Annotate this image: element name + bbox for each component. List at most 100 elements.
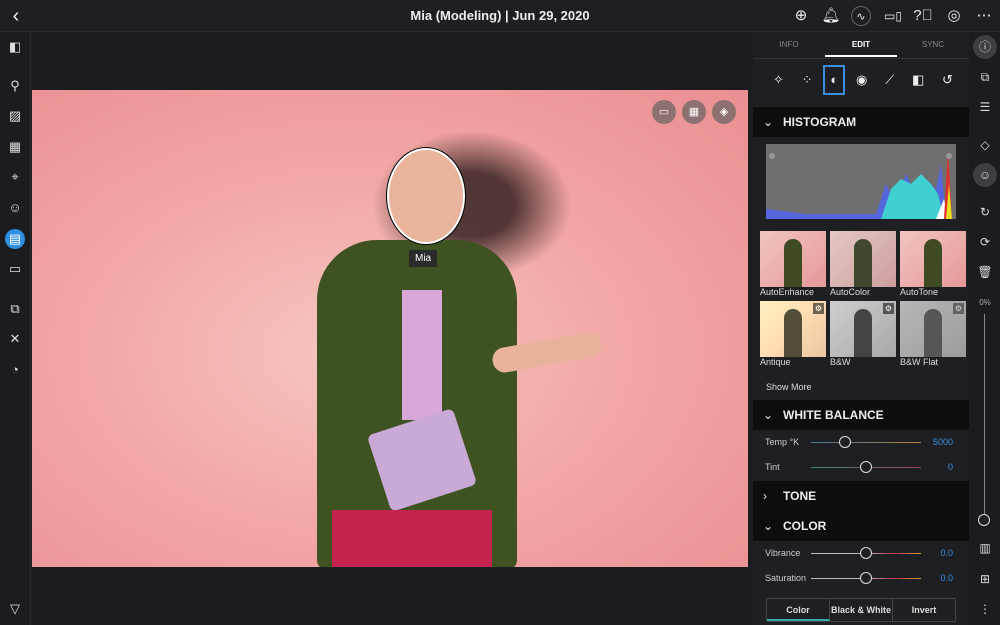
activity-icon[interactable]: ∿ bbox=[851, 6, 871, 26]
tab-info[interactable]: INFO bbox=[753, 40, 825, 49]
temp-value[interactable]: 5000 bbox=[933, 437, 953, 447]
histogram-header[interactable]: ⌄ HISTOGRAM bbox=[753, 107, 969, 137]
saturation-slider-knob[interactable] bbox=[860, 572, 872, 584]
saturation-value[interactable]: 0.0 bbox=[940, 573, 953, 583]
top bbox=[402, 290, 442, 420]
chevron-down-icon: ⌄ bbox=[763, 519, 774, 533]
calendar-add-icon[interactable]: ▦ bbox=[682, 100, 706, 124]
preset-thumbnail[interactable]: ⚙ bbox=[760, 301, 826, 357]
person-icon[interactable]: ☺ bbox=[5, 198, 25, 218]
help-icon[interactable]: ?⃝ bbox=[913, 6, 933, 26]
color-header[interactable]: ⌄ COLOR bbox=[753, 511, 969, 541]
left-nav: ◧ ⚲ ▨ ▦ ⌖ ☺ ▤ ▭ ⧉ ✕ ◔ ▽ bbox=[0, 32, 31, 625]
temp-label: Temp °K bbox=[765, 437, 800, 447]
gear-icon[interactable]: ⚙ bbox=[813, 303, 824, 314]
chevron-right-icon: › bbox=[763, 489, 767, 503]
panel-toggle-icon[interactable]: ◧ bbox=[5, 37, 25, 57]
eye-icon[interactable]: ◉ bbox=[856, 72, 867, 88]
magic-wand-icon[interactable]: ✧ bbox=[773, 72, 784, 88]
divider bbox=[753, 58, 969, 59]
preset-label: B&W Flat bbox=[900, 357, 939, 367]
adjustments-icon[interactable]: ☰ bbox=[973, 95, 997, 119]
trash-icon[interactable]: 🗑︎ bbox=[973, 260, 997, 284]
auto-contrast-icon[interactable]: ◐ bbox=[823, 65, 846, 95]
vibrance-slider-knob[interactable] bbox=[860, 547, 872, 559]
compass-icon[interactable]: ◈ bbox=[712, 100, 736, 124]
preset-label: AutoEnhance bbox=[760, 287, 815, 297]
rotate-icon[interactable]: ↻ bbox=[973, 200, 997, 224]
color-mode-black-white[interactable]: Black & White bbox=[830, 599, 893, 621]
folder-add-icon[interactable]: ▭ bbox=[652, 100, 676, 124]
add-circle-icon[interactable]: ⊕ bbox=[791, 6, 811, 26]
compare-book-icon[interactable]: ▥ bbox=[973, 536, 997, 560]
filter-icon[interactable]: ▽ bbox=[5, 599, 25, 619]
zoom-label: 0% bbox=[979, 298, 991, 307]
tint-slider-knob[interactable] bbox=[860, 461, 872, 473]
temp-slider[interactable] bbox=[811, 442, 921, 443]
album-icon[interactable]: ▤ bbox=[5, 229, 25, 249]
tab-sync[interactable]: SYNC bbox=[897, 40, 969, 49]
tint-label: Tint bbox=[765, 462, 780, 472]
preset-label: B&W bbox=[830, 357, 851, 367]
preset-thumbnail[interactable]: ⚙ bbox=[900, 301, 966, 357]
search-icon[interactable]: ⚲ bbox=[5, 76, 25, 96]
info-icon[interactable]: ⓘ bbox=[973, 35, 997, 59]
bell-icon[interactable]: 🔔︎ bbox=[821, 6, 841, 26]
preset-label: Antique bbox=[760, 357, 791, 367]
image-icon[interactable]: ▨ bbox=[5, 106, 25, 126]
preset-thumbnail[interactable]: ⚙ bbox=[830, 301, 896, 357]
more-horizontal-icon[interactable]: ⋯ bbox=[974, 6, 994, 26]
chevron-down-icon: ⌄ bbox=[763, 115, 774, 129]
tone-header[interactable]: › TONE bbox=[753, 481, 969, 511]
devices-icon[interactable]: ▭▯ bbox=[883, 6, 903, 26]
show-more-link[interactable]: Show More bbox=[766, 382, 812, 392]
brush-icon[interactable]: ⟋ bbox=[885, 72, 894, 88]
temp-slider-knob[interactable] bbox=[839, 436, 851, 448]
account-icon[interactable]: ◎ bbox=[944, 6, 964, 26]
duplicates-icon[interactable]: ⧉ bbox=[5, 299, 25, 319]
vibrance-value[interactable]: 0.0 bbox=[940, 548, 953, 558]
gear-icon[interactable]: ⚙ bbox=[953, 303, 964, 314]
location-icon[interactable]: ⌖ bbox=[5, 167, 25, 187]
color-mode-color[interactable]: Color bbox=[767, 599, 830, 621]
top-bar: ‹ Mia (Modeling) | Jun 29, 2020 ⊕ 🔔︎ ∿ ▭… bbox=[0, 0, 1000, 32]
zoom-slider-knob[interactable] bbox=[978, 514, 990, 526]
section-title: COLOR bbox=[783, 519, 827, 533]
pants bbox=[332, 510, 492, 567]
open-external-icon[interactable]: ⧉ bbox=[973, 65, 997, 89]
face-region[interactable] bbox=[387, 148, 465, 244]
section-title: HISTOGRAM bbox=[783, 115, 857, 129]
more-vertical-icon[interactable]: ⋮ bbox=[973, 597, 997, 621]
saturation-label: Saturation bbox=[765, 573, 807, 583]
tab-indicator bbox=[825, 55, 897, 57]
tab-edit[interactable]: EDIT bbox=[825, 40, 897, 49]
calendar-icon[interactable]: ▦ bbox=[5, 137, 25, 157]
face-tag[interactable]: Mia bbox=[409, 250, 438, 267]
page-title: Mia (Modeling) | Jun 29, 2020 bbox=[410, 8, 590, 23]
histogram-chart bbox=[766, 144, 956, 219]
compare-icon[interactable]: ◧ bbox=[912, 72, 924, 88]
folder-icon[interactable]: ▭ bbox=[5, 259, 25, 279]
preset-thumbnail[interactable] bbox=[760, 231, 826, 287]
add-to-album-icon[interactable]: ⊞ bbox=[973, 567, 997, 591]
color-mode-segmented: Color Black & White Invert bbox=[766, 598, 956, 622]
right-toolbar: ⓘ ⧉ ☰ ◇ ☺ ↻ ⟳ 🗑︎ 0% ▥ ⊞ ⋮ bbox=[970, 32, 1000, 625]
face-recognition-icon[interactable]: ☺ bbox=[973, 163, 997, 187]
preset-thumbnail[interactable] bbox=[830, 231, 896, 287]
photo-canvas[interactable]: Mia bbox=[32, 90, 748, 567]
zoom-slider[interactable] bbox=[984, 314, 985, 514]
tag-icon[interactable]: ◇ bbox=[973, 133, 997, 157]
gear-icon[interactable]: ⚙ bbox=[883, 303, 894, 314]
color-mode-invert[interactable]: Invert bbox=[893, 599, 955, 621]
crop-rotate-icon[interactable]: ⟳ bbox=[973, 230, 997, 254]
preset-label: AutoColor bbox=[830, 287, 871, 297]
white-balance-header[interactable]: ⌄ WHITE BALANCE bbox=[753, 400, 969, 430]
speedometer-icon[interactable]: ◔ bbox=[5, 360, 25, 380]
vibrance-label: Vibrance bbox=[765, 548, 801, 558]
tools-icon[interactable]: ✕ bbox=[5, 329, 25, 349]
preset-thumbnail[interactable] bbox=[900, 231, 966, 287]
history-icon[interactable]: ↺ bbox=[942, 72, 953, 88]
auto-drops-icon[interactable]: ⁘ bbox=[802, 72, 813, 88]
tint-value[interactable]: 0 bbox=[948, 462, 953, 472]
edit-panel: INFO EDIT SYNC ✧ ⁘ ◐ ◉ ⟋ ◧ ↺ ⌄ HISTOGRAM … bbox=[753, 32, 969, 625]
